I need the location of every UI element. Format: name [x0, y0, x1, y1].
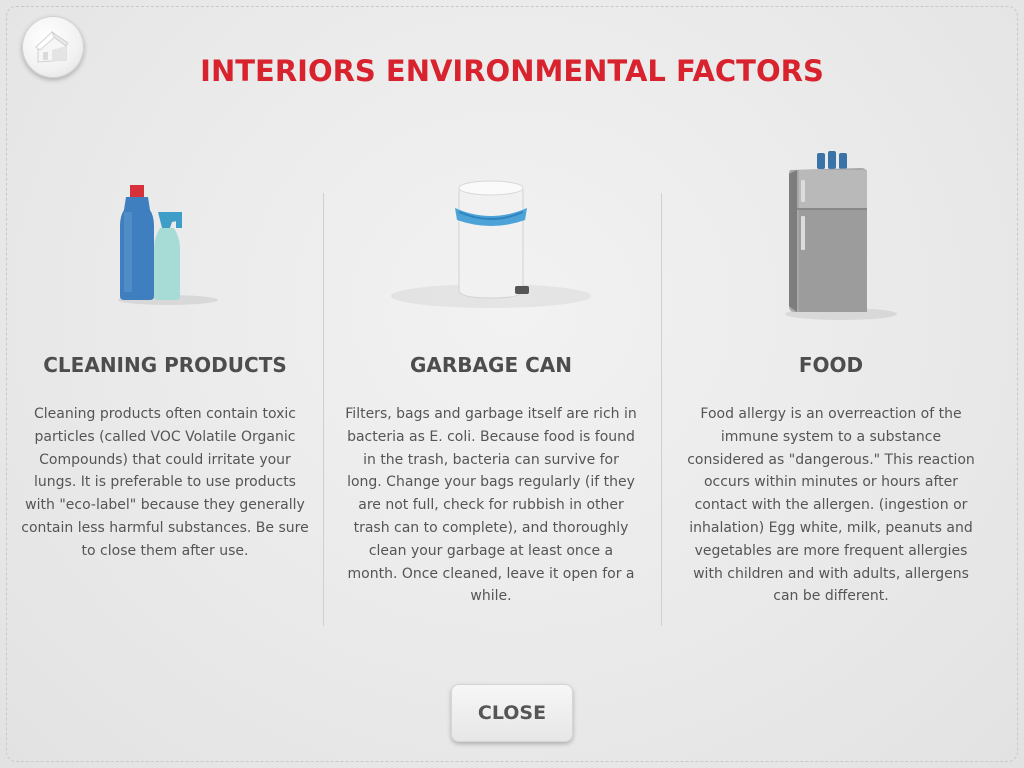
garbage-can-section: GARBAGE CAN Filters, bags and garbage it… [345, 150, 637, 630]
garbage-can-illustration [356, 150, 626, 320]
garbage-can-icon [391, 180, 591, 308]
food-section: FOOD Food allergy is an overreaction of … [687, 150, 975, 630]
refrigerator-icon [785, 151, 897, 320]
cleaning-bottles-icon [118, 185, 218, 305]
food-text: Food allergy is an overreaction of the i… [687, 406, 975, 605]
cleaning-products-heading: CLEANING PRODUCTS [43, 353, 287, 377]
garbage-can-text: Filters, bags and garbage itself are ric… [345, 406, 637, 605]
cleaning-products-section: CLEANING PRODUCTS Cleaning products ofte… [21, 150, 309, 630]
cleaning-products-text: Cleaning products often contain toxic pa… [21, 406, 309, 559]
close-button[interactable]: CLOSE [451, 684, 573, 742]
garbage-can-heading: GARBAGE CAN [410, 353, 572, 377]
food-illustration [696, 150, 966, 320]
page-title: INTERIORS ENVIRONMENTAL FACTORS [200, 54, 824, 88]
cleaning-products-illustration [30, 150, 300, 320]
column-divider [661, 193, 662, 626]
food-heading: FOOD [798, 353, 864, 377]
column-divider [323, 193, 324, 626]
